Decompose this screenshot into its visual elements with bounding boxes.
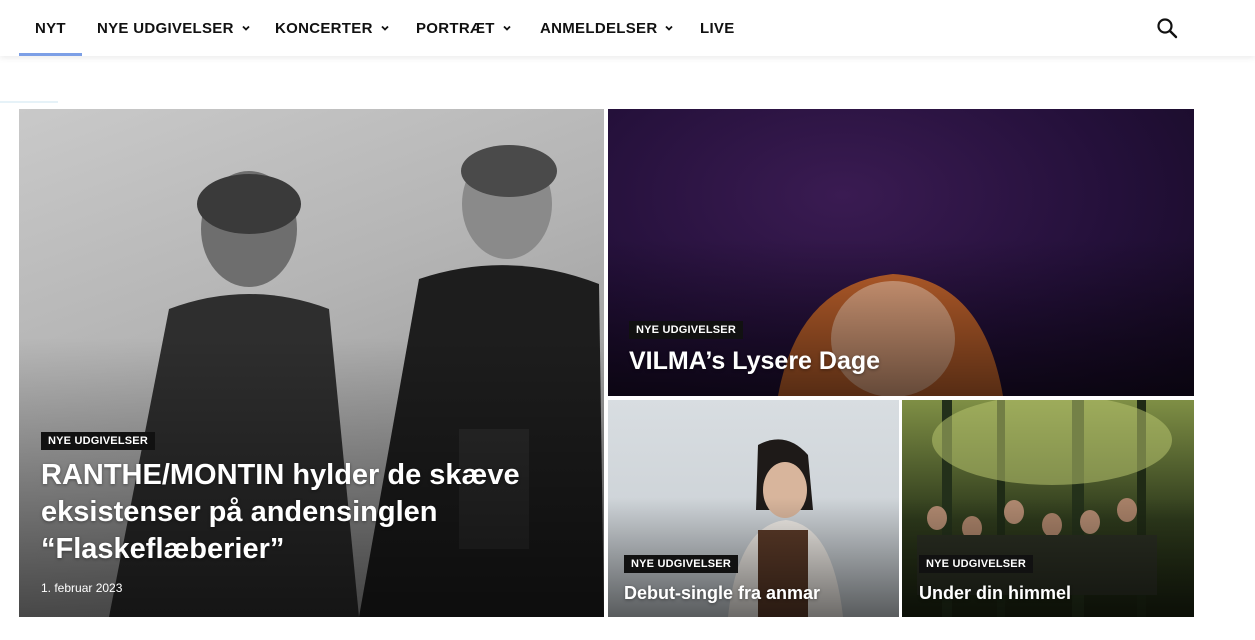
chevron-down-icon <box>503 25 511 31</box>
nav-item-label: NYT <box>35 19 66 37</box>
article-title[interactable]: Under din himmel <box>919 583 1071 604</box>
title-line: RANTHE/MONTIN hylder de skæve <box>41 459 520 491</box>
nav-item-portraet[interactable]: PORTRÆT <box>416 0 512 56</box>
article-tile[interactable]: NYE UDGIVELSER VILMA’s Lysere Dage <box>608 109 1194 396</box>
nav-item-live[interactable]: LIVE <box>700 0 735 56</box>
nav-item-label: PORTRÆT <box>416 19 495 37</box>
divider <box>0 101 58 103</box>
nav-item-nyt[interactable]: NYT <box>19 0 82 56</box>
main-navigation: NYT NYE UDGIVELSER KONCERTER PORTRÆT ANM… <box>0 0 1255 56</box>
nav-item-label: LIVE <box>700 19 735 37</box>
category-badge[interactable]: NYE UDGIVELSER <box>41 432 155 450</box>
article-date: 1. februar 2023 <box>41 581 123 595</box>
featured-article-tile[interactable]: NYE UDGIVELSER RANTHE/MONTIN hylder de s… <box>19 109 604 617</box>
title-line: eksistenser på andensinglen <box>41 496 438 528</box>
article-title[interactable]: VILMA’s Lysere Dage <box>629 347 880 376</box>
article-tile[interactable]: NYE UDGIVELSER Under din himmel <box>902 400 1194 617</box>
chevron-down-icon <box>381 25 389 31</box>
chevron-down-icon <box>665 25 674 31</box>
search-icon[interactable] <box>1155 16 1179 40</box>
nav-item-label: NYE UDGIVELSER <box>97 19 234 37</box>
nav-item-koncerter[interactable]: KONCERTER <box>275 0 390 56</box>
category-badge[interactable]: NYE UDGIVELSER <box>624 555 738 573</box>
category-badge[interactable]: NYE UDGIVELSER <box>919 555 1033 573</box>
article-title[interactable]: Debut-single fra anmar <box>624 583 820 604</box>
article-title[interactable]: RANTHE/MONTIN hylder de skæve eksistense… <box>41 457 520 568</box>
nav-item-nye-udgivelser[interactable]: NYE UDGIVELSER <box>97 0 251 56</box>
category-badge[interactable]: NYE UDGIVELSER <box>629 321 743 339</box>
title-line: “Flaskeflæberier” <box>41 533 285 565</box>
nav-item-anmeldelser[interactable]: ANMELDELSER <box>540 0 674 56</box>
article-tile[interactable]: NYE UDGIVELSER Debut-single fra anmar <box>608 400 899 617</box>
nav-item-label: ANMELDELSER <box>540 19 658 37</box>
nav-item-label: KONCERTER <box>275 19 373 37</box>
chevron-down-icon <box>242 25 250 31</box>
